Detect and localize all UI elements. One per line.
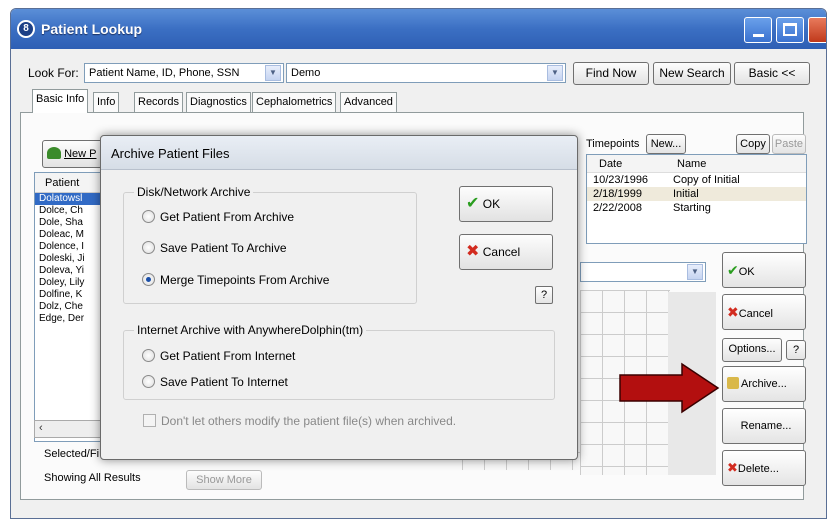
archive-icon: [727, 377, 739, 389]
minimize-button[interactable]: [744, 17, 772, 43]
table-row[interactable]: 10/23/1996 Copy of Initial: [587, 173, 806, 187]
radio-icon[interactable]: [142, 375, 155, 388]
tab-info[interactable]: Info: [93, 92, 120, 112]
tab-diagnostics[interactable]: Diagnostics: [186, 92, 251, 112]
timepoint-name: Copy of Initial: [673, 174, 740, 186]
radio-selected-icon[interactable]: [142, 273, 155, 286]
radio-icon[interactable]: [142, 349, 155, 362]
dialog-help-button[interactable]: ?: [535, 286, 553, 304]
showing-results-text: Showing All Results: [44, 472, 141, 484]
dialog-title-bar[interactable]: Archive Patient Files: [101, 136, 577, 170]
tab-records[interactable]: Records: [134, 92, 183, 112]
checkbox-icon[interactable]: [143, 414, 156, 427]
get-from-archive-radio[interactable]: Get Patient From Archive: [142, 210, 294, 224]
new-patient-button[interactable]: New P: [42, 140, 106, 168]
maximize-icon: [783, 23, 797, 36]
date-column-header[interactable]: Date: [599, 158, 622, 170]
timepoint-date: 2/22/2008: [593, 202, 642, 214]
rename-button[interactable]: Rename...: [722, 408, 806, 444]
paste-timepoint-button[interactable]: Paste: [772, 134, 806, 154]
dont-modify-checkbox[interactable]: Don't let others modify the patient file…: [143, 414, 456, 428]
archive-button[interactable]: Archive...: [722, 366, 806, 402]
disk-archive-label: Disk/Network Archive: [134, 185, 254, 199]
search-input[interactable]: Demo ▼: [286, 63, 566, 83]
delete-icon: ✖: [727, 460, 738, 475]
table-row[interactable]: 2/22/2008 Starting: [587, 201, 806, 215]
radio-icon[interactable]: [142, 241, 155, 254]
timepoints-header: Date Name: [587, 155, 806, 173]
options-button[interactable]: Options...: [722, 338, 782, 362]
table-row[interactable]: 2/18/1999 Initial: [587, 187, 806, 201]
help-button[interactable]: ?: [786, 340, 806, 360]
new-timepoint-button[interactable]: New...: [646, 134, 686, 154]
timepoints-label: Timepoints: [586, 138, 640, 150]
check-icon: ✔: [466, 195, 480, 212]
red-arrow-icon: [619, 362, 720, 414]
new-search-button[interactable]: New Search: [653, 62, 731, 85]
timepoints-list[interactable]: Date Name 10/23/1996 Copy of Initial 2/18…: [586, 154, 807, 244]
disk-archive-group: Disk/Network Archive Get Patient From Ar…: [123, 185, 417, 304]
dialog-title: Archive Patient Files: [111, 146, 230, 161]
dialog-ok-button[interactable]: ✔ OK: [459, 186, 553, 222]
selected-label: Selected/Fi: [44, 448, 100, 460]
show-more-button[interactable]: Show More: [186, 470, 262, 490]
internet-archive-group: Internet Archive with AnywhereDolphin(tm…: [123, 323, 555, 400]
tab-basic-info[interactable]: Basic Info: [32, 89, 89, 113]
x-icon: ✖: [466, 243, 480, 260]
timepoint-name: Initial: [673, 188, 699, 200]
basic-toggle-button[interactable]: Basic <<: [734, 62, 810, 85]
chevron-down-icon[interactable]: ▼: [547, 65, 563, 81]
merge-timepoints-radio[interactable]: Merge Timepoints From Archive: [142, 273, 329, 287]
title-bar[interactable]: 8 Patient Lookup: [11, 9, 826, 49]
cancel-button[interactable]: ✖Cancel: [722, 294, 806, 330]
ok-button[interactable]: ✔OK: [722, 252, 806, 288]
check-icon: ✔: [727, 262, 739, 278]
window-title: Patient Lookup: [41, 21, 143, 37]
look-for-select[interactable]: Patient Name, ID, Phone, SSN ▼: [84, 63, 284, 83]
copy-timepoint-button[interactable]: Copy: [736, 134, 770, 154]
close-button[interactable]: [808, 17, 826, 43]
tab-cephalometrics[interactable]: Cephalometrics: [252, 92, 337, 112]
save-to-internet-radio[interactable]: Save Patient To Internet: [142, 375, 288, 389]
find-now-button[interactable]: Find Now: [573, 62, 649, 85]
radio-icon[interactable]: [142, 210, 155, 223]
maximize-button[interactable]: [776, 17, 804, 43]
app-icon: 8: [17, 20, 35, 38]
dialog-cancel-button[interactable]: ✖ Cancel: [459, 234, 553, 270]
timepoint-name: Starting: [673, 202, 711, 214]
minimize-icon: [753, 34, 764, 37]
chevron-down-icon[interactable]: ▼: [265, 65, 281, 81]
internet-archive-label: Internet Archive with AnywhereDolphin(tm…: [134, 323, 367, 337]
delete-button[interactable]: ✖Delete...: [722, 450, 806, 486]
look-for-value: Patient Name, ID, Phone, SSN: [89, 67, 240, 79]
get-from-internet-radio[interactable]: Get Patient From Internet: [142, 349, 295, 363]
archive-dialog: Archive Patient Files Disk/Network Archi…: [100, 135, 578, 460]
timepoint-select[interactable]: ▼: [580, 262, 706, 282]
chevron-left-icon[interactable]: ‹: [39, 422, 43, 434]
chevron-down-icon[interactable]: ▼: [687, 264, 703, 280]
timepoint-date: 10/23/1996: [593, 174, 649, 186]
tab-advanced[interactable]: Advanced: [340, 92, 397, 112]
timepoint-date: 2/18/1999: [593, 188, 642, 200]
new-patient-icon: [47, 147, 61, 159]
x-icon: ✖: [727, 304, 739, 320]
save-to-archive-radio[interactable]: Save Patient To Archive: [142, 241, 287, 255]
name-column-header[interactable]: Name: [677, 158, 706, 170]
look-for-label: Look For:: [28, 66, 79, 80]
search-value: Demo: [291, 67, 321, 79]
